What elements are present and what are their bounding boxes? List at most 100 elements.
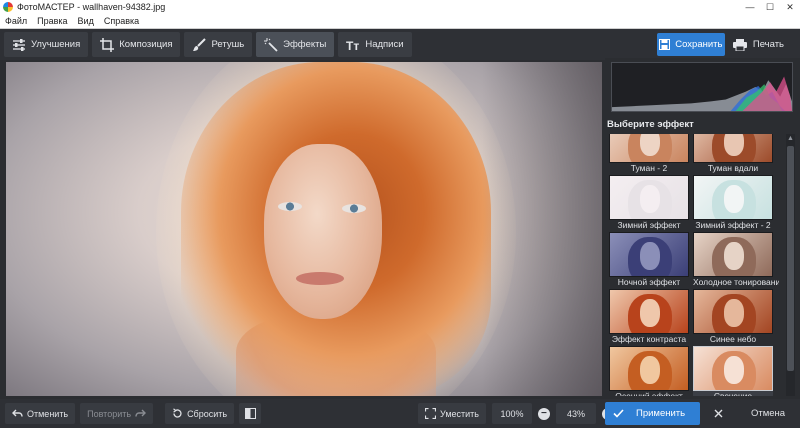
effects-grid: Туман - 2 Туман вдали Зимний эффект Зимний … <box>609 134 779 396</box>
effect-thumbnail <box>693 346 773 391</box>
zoom-100-button[interactable]: 100% <box>491 403 532 424</box>
app-logo-icon <box>3 2 13 12</box>
tab-captions[interactable]: Tт Надписи <box>338 32 412 57</box>
undo-arrow-icon <box>12 409 23 417</box>
effect-label: Зимний эффект <box>617 220 681 230</box>
zoom-level: 43% <box>555 403 596 424</box>
effect-thumbnail <box>693 289 773 334</box>
scrollbar-thumb[interactable] <box>787 146 794 371</box>
effect-thumbnail <box>609 346 689 391</box>
tab-retouch[interactable]: Ретушь <box>184 32 253 57</box>
text-icon: Tт <box>346 39 359 52</box>
close-icon <box>714 409 723 418</box>
apply-label: Применить <box>636 408 686 419</box>
redo-label: Повторить <box>87 408 132 419</box>
printer-icon <box>732 38 747 51</box>
redo-arrow-icon <box>135 409 147 417</box>
effect-thumbnail <box>609 232 689 277</box>
photo-right-eye <box>342 204 366 213</box>
scroll-up-icon[interactable]: ▲ <box>786 134 795 143</box>
menu-bar: Файл Правка Вид Справка <box>0 14 800 29</box>
effect-thumbnail <box>609 134 689 163</box>
effect-thumbnail <box>693 134 773 163</box>
sliders-icon <box>13 38 25 51</box>
compare-icon <box>244 408 256 419</box>
effect-thumbnail <box>609 175 689 220</box>
apply-button[interactable]: Применить <box>605 402 700 425</box>
effect-label: Зимний эффект - 2 <box>695 220 771 230</box>
menu-edit[interactable]: Правка <box>32 16 72 26</box>
tab-captions-label: Надписи <box>365 39 404 50</box>
zoom-controls: Уместить 100% − 43% + <box>418 403 614 424</box>
redo-button[interactable]: Повторить <box>80 403 154 424</box>
effect-tile[interactable]: Холодное тонирование <box>693 232 779 288</box>
reset-button[interactable]: Сбросить <box>165 403 235 424</box>
save-button[interactable]: Сохранить <box>656 33 725 56</box>
fit-button[interactable]: Уместить <box>418 403 486 424</box>
reset-label: Сбросить <box>187 408 228 419</box>
effect-tile[interactable]: Туман - 2 <box>609 134 689 174</box>
zoom-out-icon[interactable]: − <box>537 407 550 420</box>
effect-label: Холодное тонирование <box>693 277 779 287</box>
print-label: Печать <box>752 39 784 50</box>
effect-tile[interactable]: Синее небо <box>693 289 773 345</box>
effects-title: Выберите эффект <box>607 119 694 130</box>
effect-tile[interactable]: Осенний эффект <box>609 346 689 396</box>
cancel-button[interactable]: Отмена <box>710 402 796 425</box>
checkmark-icon <box>613 409 624 418</box>
bottom-bar: Отменить Повторить Сбросить Уместить 100… <box>0 399 800 428</box>
cancel-label: Отмена <box>751 408 786 419</box>
tab-retouch-label: Ретушь <box>211 39 245 50</box>
effect-tile[interactable]: Туман вдали <box>693 134 773 174</box>
menu-view[interactable]: Вид <box>73 16 99 26</box>
menu-file[interactable]: Файл <box>0 16 32 26</box>
tab-enhancements-label: Улучшения <box>31 39 81 50</box>
fit-screen-icon <box>425 408 436 419</box>
effect-label: Ночной эффект <box>617 277 681 287</box>
effects-scrollbar[interactable]: ▲ <box>786 134 795 396</box>
brush-icon <box>193 37 207 51</box>
save-label: Сохранить <box>675 39 723 50</box>
compare-button[interactable] <box>239 403 262 424</box>
tab-effects[interactable]: Эффекты <box>256 32 335 57</box>
effect-thumbnail <box>693 232 773 277</box>
effect-label: Туман вдали <box>707 163 759 173</box>
window-controls: — ☐ ✕ <box>740 0 800 14</box>
photo-lips <box>296 272 344 285</box>
effect-tile[interactable]: Зимний эффект - 2 <box>693 175 773 231</box>
tab-effects-label: Эффекты <box>283 39 327 50</box>
magic-wand-icon <box>264 37 278 52</box>
close-window-button[interactable]: ✕ <box>780 0 800 14</box>
crop-icon <box>100 37 115 52</box>
tab-composition-label: Композиция <box>119 39 173 50</box>
histogram <box>611 62 793 112</box>
photo-vignette <box>482 62 602 396</box>
menu-help[interactable]: Справка <box>99 16 144 26</box>
undo-button[interactable]: Отменить <box>5 403 76 424</box>
minimize-button[interactable]: — <box>740 0 760 14</box>
effect-tile[interactable]: Ночной эффект <box>609 232 689 288</box>
effect-tile[interactable]: Зимний эффект <box>609 175 689 231</box>
effect-label: Осенний эффект <box>615 391 683 396</box>
reset-icon <box>173 408 182 418</box>
effect-tile[interactable]: Эффект контраста <box>609 289 689 345</box>
effect-thumbnail <box>609 289 689 334</box>
undo-label: Отменить <box>27 408 69 419</box>
fit-label: Уместить <box>440 408 479 419</box>
print-button[interactable]: Печать <box>732 33 784 56</box>
window-title: ФотоМАСТЕР - wallhaven-94382.jpg <box>17 2 166 12</box>
effect-label: Синее небо <box>709 334 757 344</box>
tab-enhancements[interactable]: Улучшения <box>4 32 89 57</box>
effect-label: Туман - 2 <box>630 163 668 173</box>
tab-composition[interactable]: Композиция <box>92 32 181 57</box>
main-toolbar: Улучшения Композиция Ретушь Эффекты Tт Н… <box>0 29 800 60</box>
effect-tile[interactable]: Свечение <box>693 346 773 396</box>
effect-label: Эффект контраста <box>611 334 687 344</box>
photo-canvas[interactable] <box>6 62 602 396</box>
title-bar: ФотоМАСТЕР - wallhaven-94382.jpg — ☐ ✕ <box>0 0 800 14</box>
effect-thumbnail <box>693 175 773 220</box>
svg-text:Tт: Tт <box>346 39 359 52</box>
maximize-button[interactable]: ☐ <box>760 0 780 14</box>
floppy-disk-icon <box>659 39 671 50</box>
effect-label: Свечение <box>693 391 773 396</box>
